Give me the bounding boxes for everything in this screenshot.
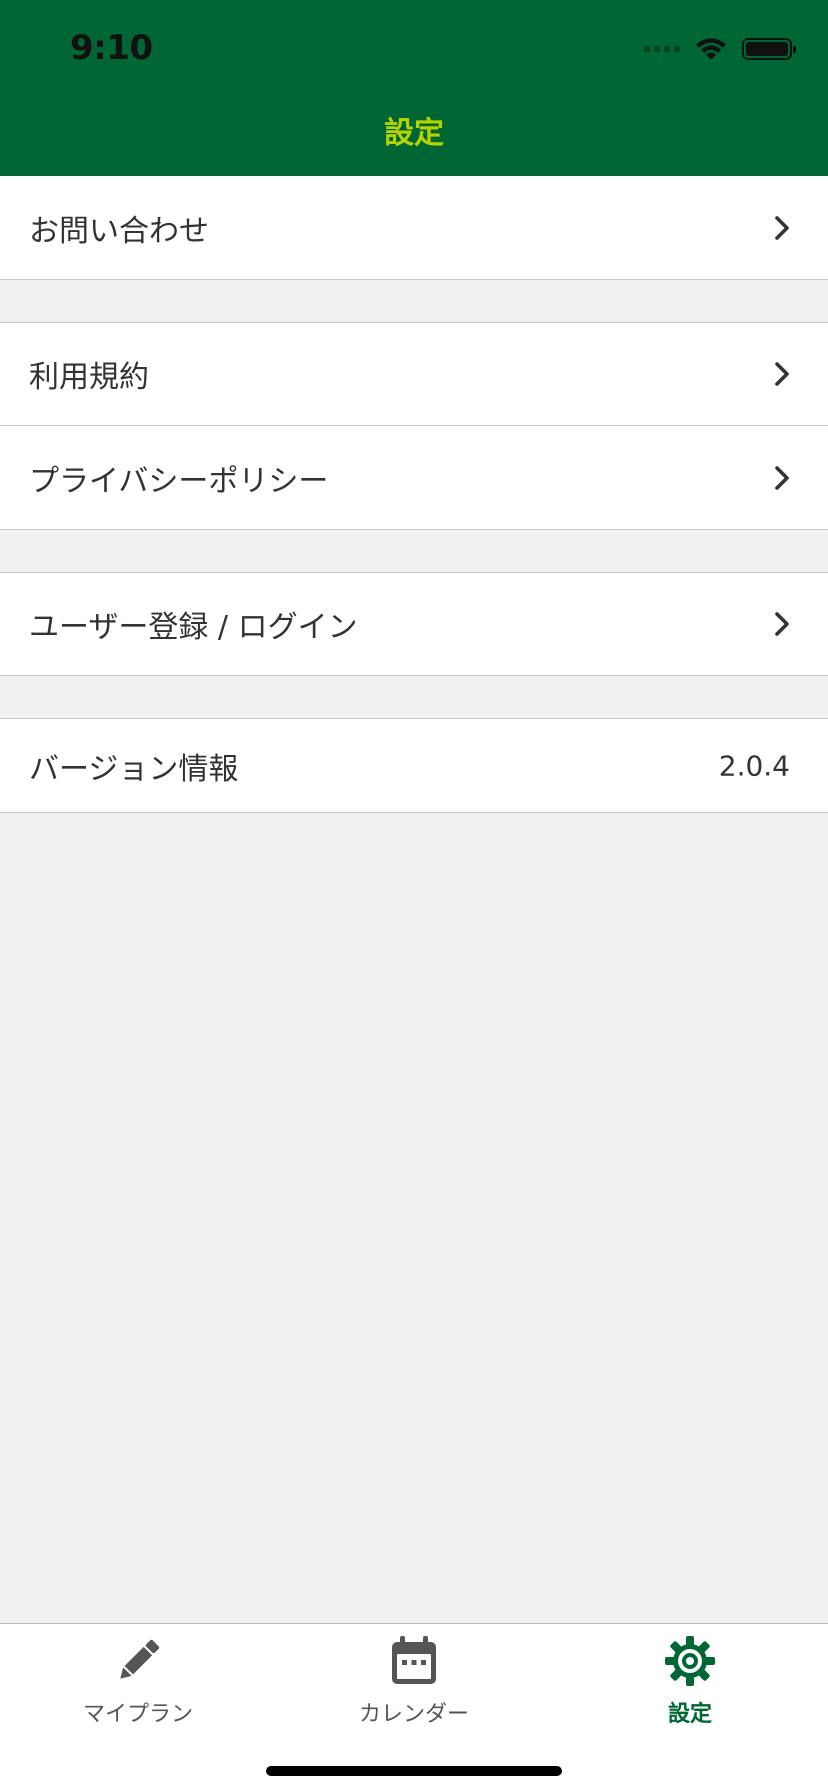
wifi-icon [696,38,726,60]
chevron-right-icon [775,612,789,636]
pencil-icon [120,1639,160,1679]
signal-icon [644,46,680,52]
status-time: 9:10 [70,28,153,68]
chevron-right-icon [775,362,789,386]
home-indicator[interactable] [266,1766,562,1776]
settings-row-label: ユーザー登録 / ログイン [29,610,358,645]
settings-row-privacy[interactable]: プライバシーポリシー [0,426,828,530]
settings-row-label: お問い合わせ [29,213,209,249]
battery-icon [742,38,796,60]
settings-row-contact[interactable]: お問い合わせ [0,176,828,280]
calendar-icon [392,1636,436,1684]
status-icons [644,34,796,64]
page-title: 設定 [384,116,444,151]
settings-row-terms[interactable]: 利用規約 [0,322,828,426]
tab-label: マイプラン [82,1702,193,1727]
settings-row-label: プライバシーポリシー [29,463,329,499]
chevron-right-icon [775,465,789,490]
settings-row-account[interactable]: ユーザー登録 / ログイン [0,572,828,676]
tab-my-plan[interactable]: マイプラン [0,1624,276,1734]
tab-settings[interactable]: 設定 [552,1624,828,1734]
settings-row-label: バージョン情報 [29,751,239,787]
gear-icon [665,1636,715,1686]
version-value: 2.0.4 [718,749,790,782]
settings-row-label: 利用規約 [29,360,149,395]
header: 9:10 設定 [0,0,828,176]
chevron-right-icon [775,215,789,240]
settings-row-version: バージョン情報 2.0.4 [0,718,828,813]
tab-label: 設定 [667,1702,712,1727]
tab-label: カレンダー [358,1702,469,1727]
tab-calendar[interactable]: カレンダー [276,1624,552,1734]
